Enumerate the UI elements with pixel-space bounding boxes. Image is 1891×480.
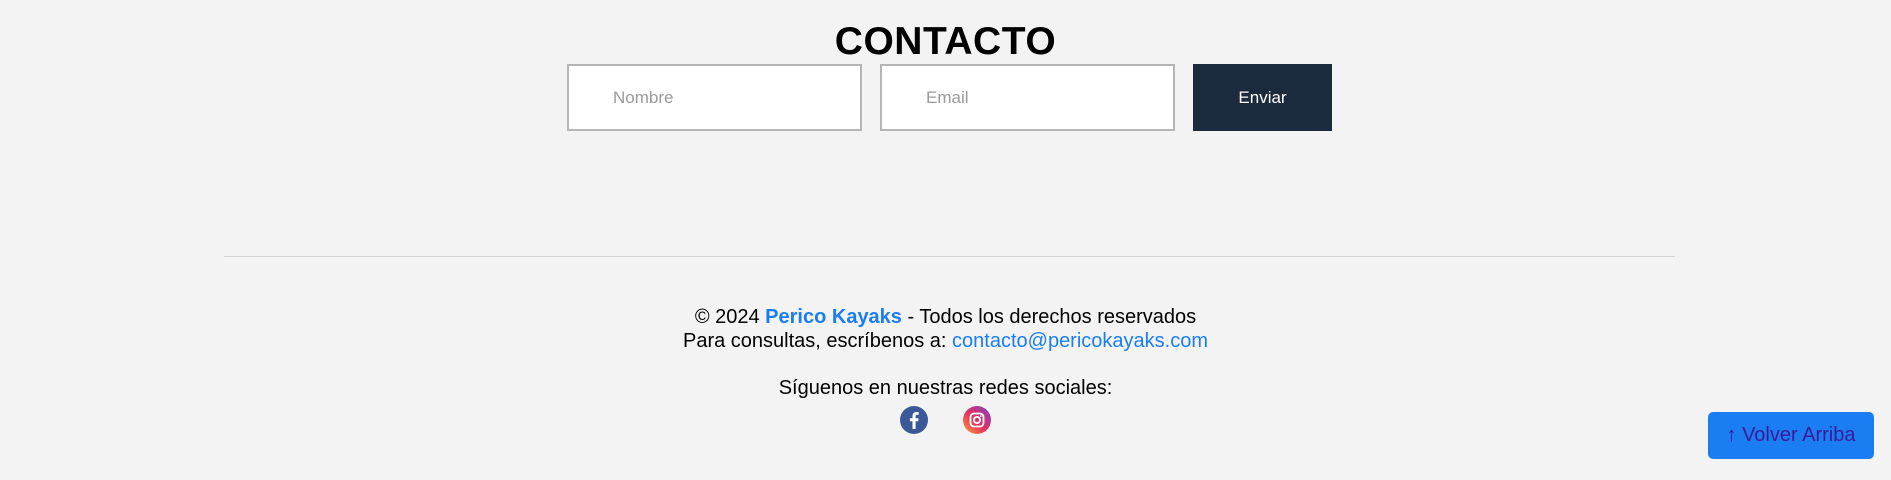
contact-title: CONTACTO <box>834 20 1057 63</box>
brand-name: Perico Kayaks <box>765 306 902 328</box>
send-button[interactable]: Enviar <box>1193 64 1332 131</box>
email-link[interactable]: contacto@pericokayaks.com <box>952 330 1208 352</box>
back-to-top-button[interactable]: ↑ Volver Arriba <box>1708 412 1874 459</box>
copyright-line: © 2024 Perico Kayaks - Todos los derecho… <box>0 305 1891 329</box>
copyright-suffix: - Todos los derechos reservados <box>901 306 1197 328</box>
social-title: Síguenos en nuestras redes sociales: <box>778 377 1113 399</box>
name-input[interactable] <box>567 64 862 131</box>
copyright-prefix: © 2024 <box>694 306 766 328</box>
email-input[interactable] <box>880 64 1175 131</box>
consult-line: Para consultas, escríbenos a: contacto@p… <box>0 329 1891 353</box>
instagram-icon[interactable] <box>963 406 991 434</box>
consult-text: Para consultas, escríbenos a: <box>682 330 953 352</box>
social-icons <box>0 406 1891 434</box>
facebook-icon[interactable] <box>900 406 928 434</box>
contact-form: Enviar <box>567 64 1332 131</box>
footer-divider <box>224 256 1675 257</box>
footer: © 2024 Perico Kayaks - Todos los derecho… <box>0 305 1891 434</box>
